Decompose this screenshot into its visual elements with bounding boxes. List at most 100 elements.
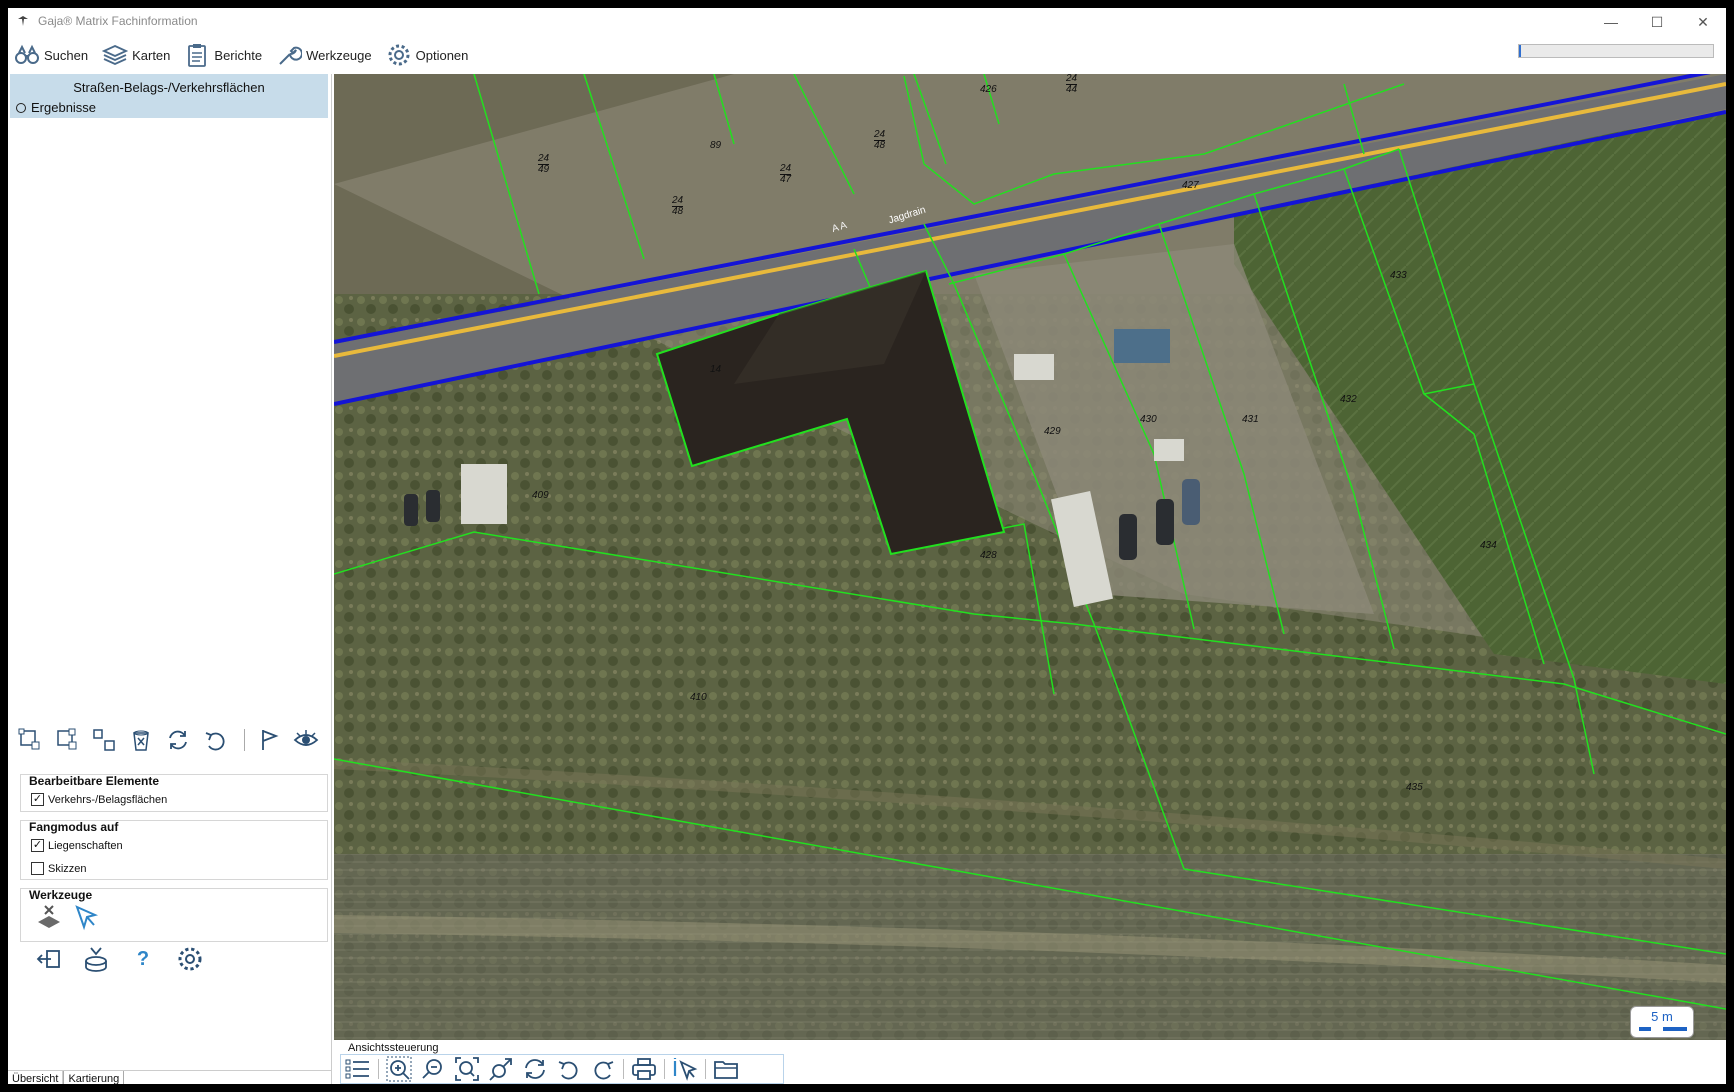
info-select-icon — [673, 1058, 698, 1081]
edit-toolbar — [16, 724, 329, 756]
zoom-to-icon — [489, 1058, 512, 1081]
settings-icon — [178, 947, 202, 971]
sidebar-bottom-toolbar: ? — [34, 944, 222, 974]
results-item[interactable]: Ergebnisse — [16, 100, 96, 115]
view-separator — [378, 1059, 379, 1079]
checkbox-verkehrsflaechen-label: Verkehrs-/Belagsflächen — [48, 793, 168, 806]
parcel-label-435: 435 — [1406, 782, 1423, 793]
zoom-extent-icon — [455, 1057, 479, 1081]
layer-list-icon — [345, 1059, 369, 1079]
aerial-map-canvas[interactable] — [334, 74, 1726, 1040]
parcel-label-428: 428 — [980, 550, 997, 561]
parcel-label-431: 431 — [1242, 414, 1259, 425]
tab-uebersicht[interactable]: Übersicht — [8, 1071, 64, 1084]
add-vertex-button[interactable] — [53, 726, 81, 754]
search-button[interactable]: Suchen — [12, 40, 90, 70]
move-vertex-button[interactable] — [90, 726, 118, 754]
parcel-label-433: 433 — [1390, 270, 1407, 281]
checkbox-verkehrsflaechen-box[interactable]: ✓ — [31, 793, 44, 806]
map-view[interactable]: Jagdrain A A 426 427 428 429 430 431 432… — [334, 74, 1726, 1040]
clear-layer-button[interactable] — [35, 903, 65, 933]
delete-icon — [133, 730, 149, 751]
rotate-right-button[interactable] — [518, 1055, 552, 1083]
editable-elements-title: Bearbeitbare Elemente — [29, 774, 160, 788]
add-vertex-icon — [57, 728, 77, 750]
open-folder-icon — [714, 1061, 738, 1079]
toolbar-separator — [244, 729, 245, 751]
parcel-label-430: 430 — [1140, 414, 1157, 425]
delete-button[interactable] — [127, 726, 155, 754]
view-separator — [623, 1059, 624, 1079]
checkbox-liegenschaften-box[interactable]: ✓ — [31, 839, 44, 852]
progress-bar — [1518, 44, 1714, 58]
refresh-button[interactable] — [164, 726, 192, 754]
maps-button[interactable]: Karten — [100, 40, 172, 70]
exit-button[interactable] — [34, 944, 64, 974]
checkbox-skizzen-box[interactable] — [31, 862, 44, 875]
tools-button[interactable]: Werkzeuge — [274, 40, 374, 70]
select-area-icon — [18, 728, 40, 750]
fraction-label: 24 47 — [780, 164, 792, 185]
undo-button[interactable] — [201, 726, 229, 754]
fraction-denominator: 48 — [672, 206, 684, 217]
scale-indicator: 5 m — [1630, 1006, 1694, 1038]
wrench-icon — [279, 46, 303, 65]
checkbox-liegenschaften[interactable]: ✓ Liegenschaften — [31, 839, 123, 852]
options-button[interactable]: Optionen — [384, 40, 471, 70]
view-control-bar: Ansichtssteuerung — [334, 1042, 1726, 1084]
checkbox-skizzen[interactable]: Skizzen — [31, 862, 87, 875]
scale-bar-segment — [1651, 1027, 1663, 1031]
zoom-extent-button[interactable] — [450, 1055, 484, 1083]
results-radio[interactable] — [16, 102, 26, 113]
redo-view-button[interactable] — [586, 1055, 620, 1083]
cursor-select-icon — [75, 905, 99, 931]
help-icon: ? — [136, 947, 150, 970]
clipboard-icon — [188, 44, 207, 67]
print-button[interactable] — [627, 1055, 661, 1083]
options-label: Optionen — [415, 47, 469, 63]
zoom-to-button[interactable] — [484, 1055, 518, 1083]
search-label: Suchen — [44, 47, 89, 63]
editable-elements-group: Bearbeitbare Elemente ✓ Verkehrs-/Belags… — [20, 774, 328, 812]
flag-button[interactable] — [255, 726, 283, 754]
zoom-out-button[interactable] — [416, 1055, 450, 1083]
fraction-denominator: 49 — [538, 164, 550, 175]
layer-list-button[interactable] — [341, 1055, 375, 1083]
select-area-button[interactable] — [16, 726, 44, 754]
zoom-in-button[interactable] — [382, 1055, 416, 1083]
help-button[interactable]: ? — [128, 944, 158, 974]
zoom-in-icon — [386, 1056, 412, 1082]
parcel-label-434: 434 — [1480, 540, 1497, 551]
snap-mode-title: Fangmodus auf — [29, 820, 119, 834]
result-header: Straßen-Belags-/Verkehrsflächen Ergebnis… — [10, 74, 328, 118]
gear-icon — [388, 44, 410, 66]
layers-icon — [102, 45, 129, 65]
fraction-label: 24 48 — [874, 130, 886, 151]
undo-icon — [205, 732, 225, 751]
maximize-button[interactable]: ☐ — [1634, 8, 1680, 36]
tools-group-buttons — [35, 903, 101, 933]
select-tool-button[interactable] — [71, 903, 101, 933]
print-icon — [632, 1058, 656, 1080]
tab-kartierung[interactable]: Kartierung — [63, 1071, 125, 1084]
info-select-button[interactable] — [668, 1055, 702, 1083]
visibility-button[interactable] — [292, 726, 320, 754]
undo-view-button[interactable] — [552, 1055, 586, 1083]
window-title: Gaja® Matrix Fachinformation — [38, 14, 198, 28]
parcel-label-14: 14 — [710, 364, 722, 375]
reports-button[interactable]: Berichte — [182, 40, 264, 70]
database-button[interactable] — [81, 944, 111, 974]
parcel-label-409: 409 — [532, 490, 549, 501]
close-button[interactable]: ✕ — [1680, 8, 1726, 36]
settings-button[interactable] — [175, 944, 205, 974]
fraction-denominator: 47 — [780, 174, 792, 185]
binoculars-icon — [15, 44, 39, 64]
tools-label: Werkzeuge — [306, 47, 372, 63]
exit-icon — [36, 950, 60, 968]
minimize-button[interactable]: — — [1588, 8, 1634, 36]
fraction-denominator: 44 — [1066, 84, 1078, 95]
flag-icon — [262, 730, 279, 750]
clear-layer-icon — [38, 905, 60, 928]
open-folder-button[interactable] — [709, 1055, 743, 1083]
checkbox-verkehrsflaechen[interactable]: ✓ Verkehrs-/Belagsflächen — [31, 793, 167, 806]
